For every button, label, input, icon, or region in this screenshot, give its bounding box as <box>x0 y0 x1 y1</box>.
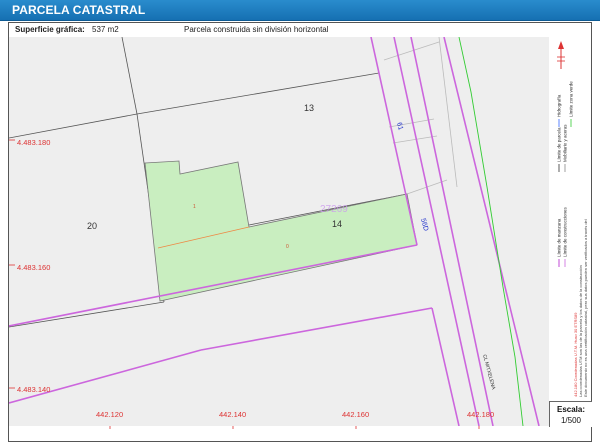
legend-item: Límite de manzana <box>557 218 562 267</box>
legend-item: Mobiliario y aceras <box>563 124 568 172</box>
parcel-number: 14 <box>332 219 342 229</box>
legend-item: Límite de construcciones <box>563 206 568 267</box>
cadastral-map[interactable]: 13 20 14 27269 1 0 61 56D CL MITXELENA 4… <box>9 37 549 426</box>
legend-item: Límite zona verde <box>569 81 574 127</box>
x-coordinate: 442.180 <box>467 410 495 419</box>
y-coordinate: 4.483.180 <box>17 138 50 147</box>
legend-label: Límite de manzana <box>557 218 562 257</box>
north-arrow-icon <box>557 41 565 69</box>
unit-label: 0 <box>286 244 289 250</box>
legend-label: Hidrografía <box>557 94 562 117</box>
x-ticks <box>109 426 480 429</box>
x-coordinate: 442.120 <box>96 410 124 419</box>
x-coordinate: 442.160 <box>342 410 370 419</box>
unit-label: 1 <box>193 204 196 210</box>
legend-label: Límite zona verde <box>569 81 574 117</box>
legend-note: Este documento no es una certificación c… <box>583 219 588 397</box>
legend-item: Límite de parcela <box>557 127 562 172</box>
legend-notes: 442.180 Coordenadas U.T.M. Huso 30 ETRS8… <box>573 219 588 397</box>
parcel-number: 13 <box>304 103 314 113</box>
x-coordinate: 442.140 <box>219 410 247 419</box>
legend-items: Límite de manzana Límite de parcela Lími… <box>557 81 574 267</box>
title-bar: PARCELA CATASTRAL <box>0 0 600 21</box>
legend: Límite de manzana Límite de parcela Lími… <box>549 37 591 401</box>
parcel-description: Parcela construida sin división horizont… <box>184 25 329 34</box>
legend-item: Hidrografía <box>557 94 562 127</box>
legend-label: Límite de parcela <box>557 127 562 162</box>
scale-label: Escala: <box>556 405 586 414</box>
surface-value: 537 m2 <box>92 25 119 34</box>
y-coordinate: 4.483.160 <box>17 263 50 272</box>
info-row: Superficie gráfica: 537 m2 Parcela const… <box>9 23 591 37</box>
scale-box: Escala: 1/500 <box>549 401 592 427</box>
scale-value: 1/500 <box>560 416 582 425</box>
legend-label: Mobiliario y aceras <box>563 124 568 162</box>
block-reference: 27269 <box>320 204 348 215</box>
x-coordinate-labels: 442.120 442.140 442.160 442.180 <box>9 407 549 421</box>
y-coordinate: 4.483.140 <box>17 385 50 394</box>
parcel-number: 20 <box>87 221 97 231</box>
surface-label: Superficie gráfica: <box>15 25 85 34</box>
x-coordinate-strip <box>9 426 591 441</box>
legend-label: Límite de construcciones <box>563 206 568 257</box>
page-title: PARCELA CATASTRAL <box>12 3 146 17</box>
